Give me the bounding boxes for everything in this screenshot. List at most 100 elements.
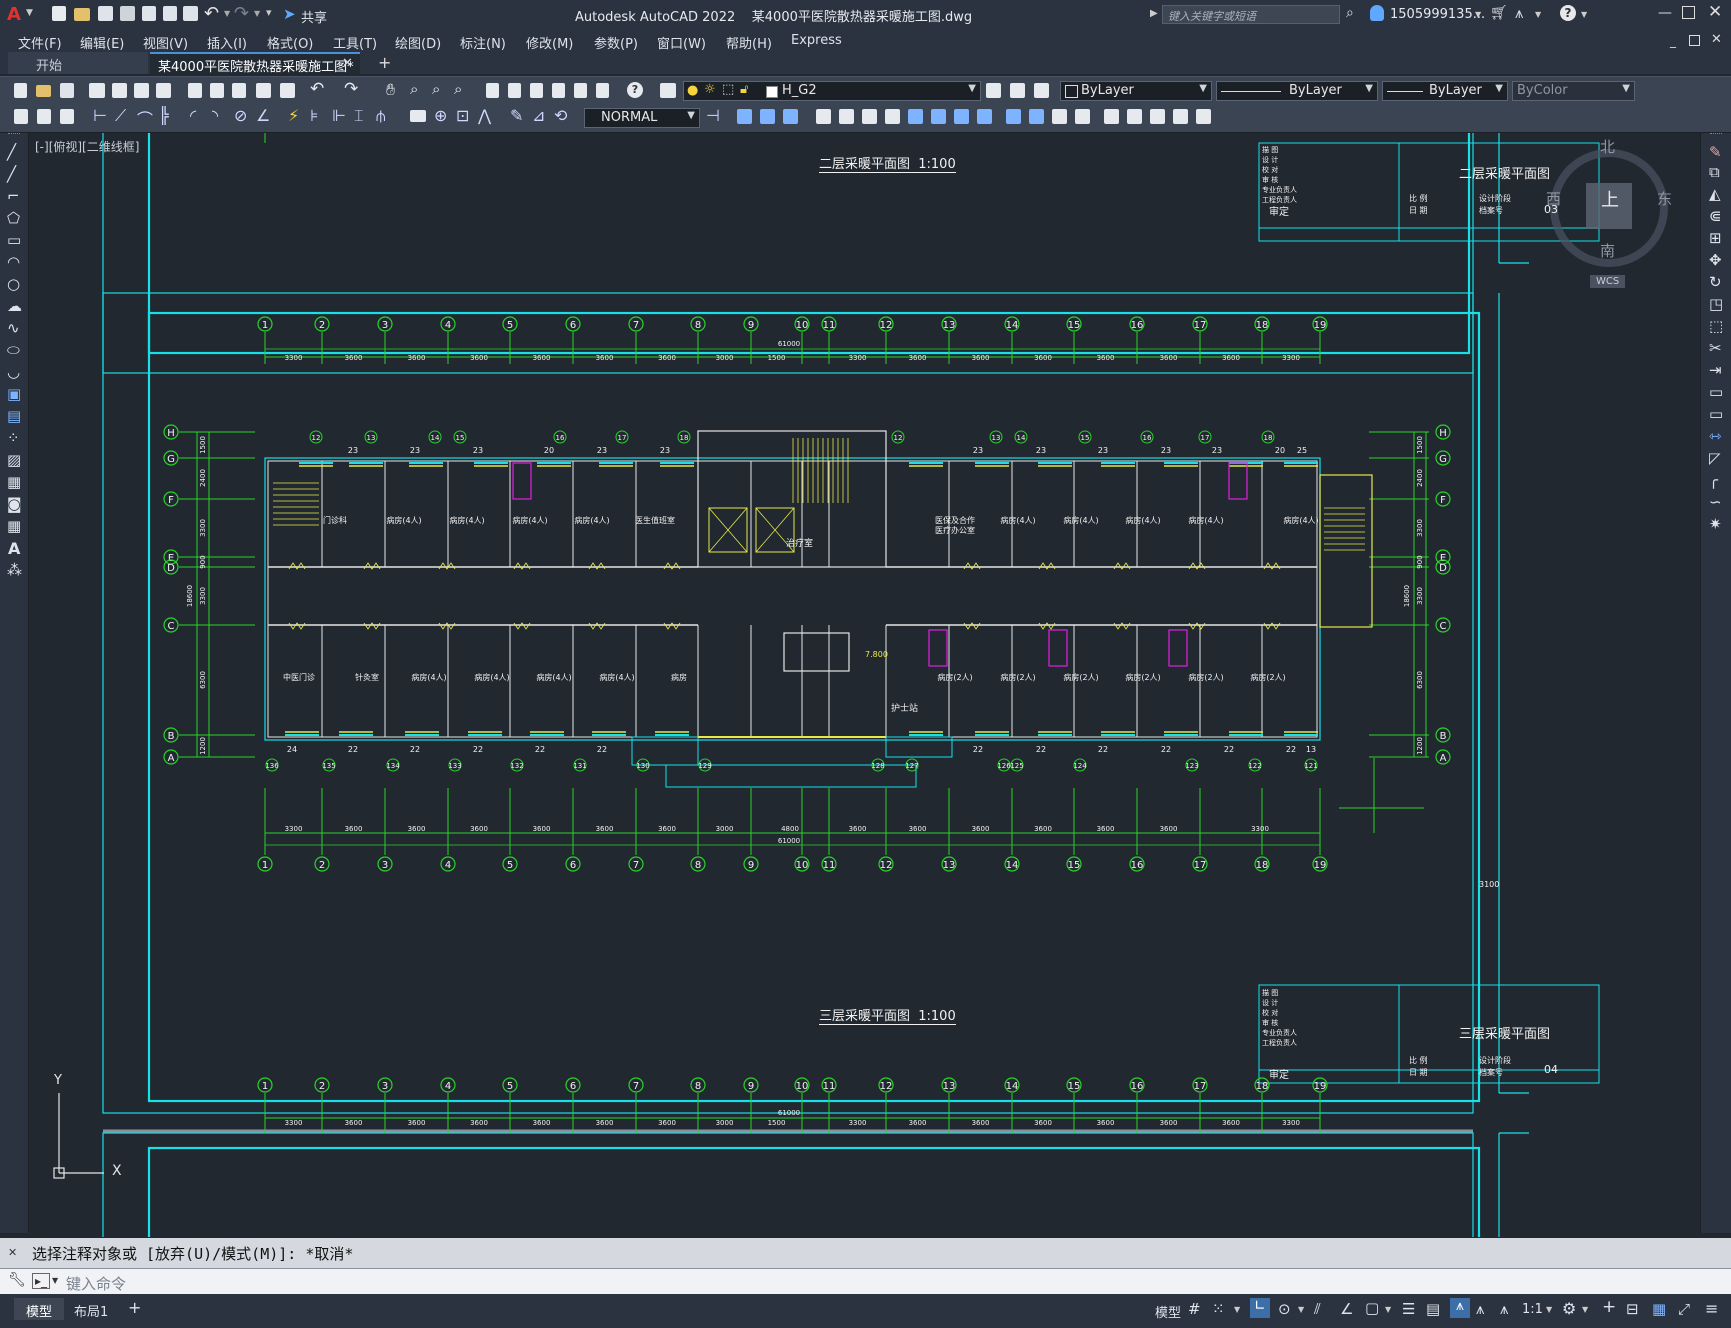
modify-16-icon[interactable] bbox=[1104, 109, 1119, 124]
snap-icon[interactable]: ⁙ bbox=[1212, 1300, 1225, 1318]
pan-icon[interactable]: ✋︎ bbox=[386, 80, 395, 100]
polar-icon[interactable]: ⊙ bbox=[1278, 1300, 1291, 1318]
customize-status-icon[interactable]: ≡ bbox=[1705, 1299, 1718, 1318]
break-icon[interactable]: ▭ bbox=[1709, 405, 1723, 423]
snap-dropdown-icon[interactable]: ▼ bbox=[1234, 1305, 1240, 1314]
user-name[interactable]: 1505999135... bbox=[1390, 7, 1485, 22]
recent-commands-icon[interactable]: ▸_ bbox=[32, 1273, 51, 1289]
3dprint-icon[interactable] bbox=[156, 83, 171, 98]
workspace-gear-icon[interactable]: ⚙︎ bbox=[1562, 1299, 1576, 1318]
viewcube-west[interactable]: 西 bbox=[1546, 188, 1561, 209]
modify-14-icon[interactable] bbox=[1052, 109, 1067, 124]
help-icon[interactable]: ? bbox=[1560, 5, 1576, 21]
add-tab-button[interactable]: + bbox=[378, 53, 391, 72]
save-as-icon[interactable] bbox=[120, 6, 135, 21]
modify-9-icon[interactable] bbox=[931, 109, 946, 124]
maximize-window-icon[interactable] bbox=[1682, 6, 1695, 19]
make-current-layer-icon[interactable] bbox=[986, 83, 1001, 98]
jogged-dim-icon[interactable]: ◝ bbox=[212, 106, 218, 125]
model-space-button[interactable]: 模型 bbox=[1155, 1302, 1181, 1321]
open-web-icon[interactable] bbox=[142, 6, 156, 21]
menu-insert[interactable]: 插入(I) bbox=[207, 33, 247, 52]
linetype-dropdown[interactable]: ByLayer ▼ bbox=[1216, 81, 1378, 101]
aligned-dim-icon[interactable]: ⟋ bbox=[115, 106, 126, 126]
ellipse-icon[interactable]: ⬭ bbox=[7, 341, 20, 359]
continue-dim-icon[interactable]: ⊩ bbox=[332, 106, 346, 125]
menu-help[interactable]: 帮助(H) bbox=[726, 33, 772, 52]
modify-11-icon[interactable] bbox=[977, 109, 992, 124]
arc-length-icon[interactable]: ⌒ bbox=[137, 106, 153, 130]
layer-dropdown[interactable]: ● ☼ ⬚ 🔓︎ H_G2 ▼ bbox=[683, 81, 981, 101]
scale-dropdown-icon[interactable]: ▼ bbox=[1546, 1305, 1552, 1314]
print-preview-icon[interactable] bbox=[112, 83, 127, 98]
dim-break-icon[interactable]: ⫛ bbox=[376, 106, 386, 126]
autoscale-icon[interactable]: ⩚ bbox=[1476, 1300, 1484, 1318]
redo-icon[interactable]: ↷ bbox=[234, 3, 249, 24]
isodraft-icon[interactable]: ⫽ bbox=[1314, 1300, 1321, 1318]
modify-5-icon[interactable] bbox=[839, 109, 854, 124]
wcs-button[interactable]: WCS bbox=[1590, 275, 1626, 288]
command-line[interactable]: 🔧︎ ▸_ ▼ 键入命令 bbox=[0, 1268, 1731, 1295]
user-icon[interactable] bbox=[1370, 5, 1384, 21]
open-file-icon[interactable] bbox=[36, 85, 51, 97]
annotation-visibility-icon[interactable]: ⩚ bbox=[1450, 1298, 1470, 1318]
modify-1-icon[interactable] bbox=[737, 109, 752, 124]
scale-icon[interactable]: ◳ bbox=[1709, 295, 1723, 313]
menu-express[interactable]: Express bbox=[791, 33, 842, 48]
polar-dropdown-icon[interactable]: ▼ bbox=[1298, 1305, 1304, 1314]
make-block-icon[interactable]: ▤ bbox=[7, 407, 21, 425]
diameter-dim-icon[interactable]: ⊘ bbox=[234, 106, 247, 125]
menu-view[interactable]: 视图(V) bbox=[143, 33, 188, 52]
center-mark-icon[interactable]: ⊕ bbox=[434, 106, 447, 125]
app-dropdown-icon[interactable]: ▼ bbox=[1535, 10, 1541, 19]
drawing-canvas[interactable]: [-][俯视][二维线框] 1 2 3 4 5 6 7 8 9 10 11 12… bbox=[29, 133, 1699, 1237]
annotation-monitor-icon[interactable]: + bbox=[1602, 1297, 1616, 1317]
modify-7-icon[interactable] bbox=[885, 109, 900, 124]
otrack-icon[interactable]: ∠ bbox=[1340, 1300, 1353, 1318]
save-icon[interactable] bbox=[98, 6, 113, 21]
circle-icon[interactable]: ○ bbox=[7, 275, 20, 293]
transparency-icon[interactable]: ▤ bbox=[1426, 1300, 1440, 1318]
zoom-previous-icon[interactable]: ⌕ bbox=[454, 80, 462, 98]
array-icon[interactable]: ⊞ bbox=[1709, 229, 1722, 247]
dimstyle-manager-icon[interactable]: ⊣ bbox=[706, 106, 720, 125]
close-cmd-icon[interactable]: ✕ bbox=[8, 1246, 17, 1259]
osnap-dropdown-icon[interactable]: ▼ bbox=[1385, 1305, 1391, 1314]
layer-properties-icon[interactable] bbox=[660, 83, 676, 98]
units-icon[interactable]: ⊟ bbox=[1626, 1300, 1639, 1318]
save-file-icon[interactable] bbox=[60, 83, 74, 98]
layer-tool-2-icon[interactable] bbox=[37, 109, 51, 124]
menu-modify[interactable]: 修改(M) bbox=[526, 33, 573, 52]
spline-icon[interactable]: ∿ bbox=[7, 319, 20, 337]
add-selected-icon[interactable]: ⁂ bbox=[7, 561, 22, 579]
angular-dim-icon[interactable]: ∠ bbox=[256, 106, 270, 125]
layer-state-icon[interactable] bbox=[1034, 83, 1049, 98]
lineweight-toggle-icon[interactable]: ☰ bbox=[1402, 1300, 1415, 1318]
radius-dim-icon[interactable]: ◜ bbox=[190, 106, 196, 125]
quick-dim-icon[interactable]: ⚡︎ bbox=[288, 106, 299, 125]
autodesk-app-icon[interactable]: ⩚ bbox=[1515, 4, 1523, 22]
quick-properties-icon[interactable]: ▦ bbox=[1652, 1300, 1666, 1318]
modify-8-icon[interactable] bbox=[908, 109, 923, 124]
tab-start[interactable]: 开始 bbox=[8, 52, 148, 74]
line-icon[interactable]: ╱ bbox=[7, 143, 16, 161]
annotation-scale-value[interactable]: 1:1 bbox=[1522, 1302, 1543, 1317]
qnew-icon[interactable] bbox=[14, 83, 27, 98]
blend-icon[interactable]: ∽ bbox=[1709, 493, 1722, 511]
close-window-icon[interactable]: ✕ bbox=[1708, 2, 1722, 22]
menu-window[interactable]: 窗口(W) bbox=[657, 33, 706, 52]
help-toolbar-icon[interactable]: ? bbox=[627, 82, 643, 98]
revcloud-icon[interactable]: ☁︎ bbox=[7, 297, 22, 315]
rectangle-icon[interactable]: ▭ bbox=[7, 231, 21, 249]
dim-edit-icon[interactable]: ✎ bbox=[510, 106, 523, 125]
plot-icon[interactable] bbox=[183, 6, 198, 21]
modify-2-icon[interactable] bbox=[760, 109, 775, 124]
dimstyle-dropdown[interactable]: NORMAL ▼ bbox=[584, 108, 700, 128]
open-icon[interactable] bbox=[74, 8, 90, 21]
modify-6-icon[interactable] bbox=[862, 109, 877, 124]
linear-dim-icon[interactable]: ⊢ bbox=[93, 106, 107, 125]
cart-icon[interactable]: 🛒︎ bbox=[1490, 5, 1508, 21]
table-icon[interactable]: ▦ bbox=[7, 517, 21, 535]
menu-file[interactable]: 文件(F) bbox=[18, 33, 62, 52]
inspect-icon[interactable]: ⊡ bbox=[456, 106, 469, 125]
